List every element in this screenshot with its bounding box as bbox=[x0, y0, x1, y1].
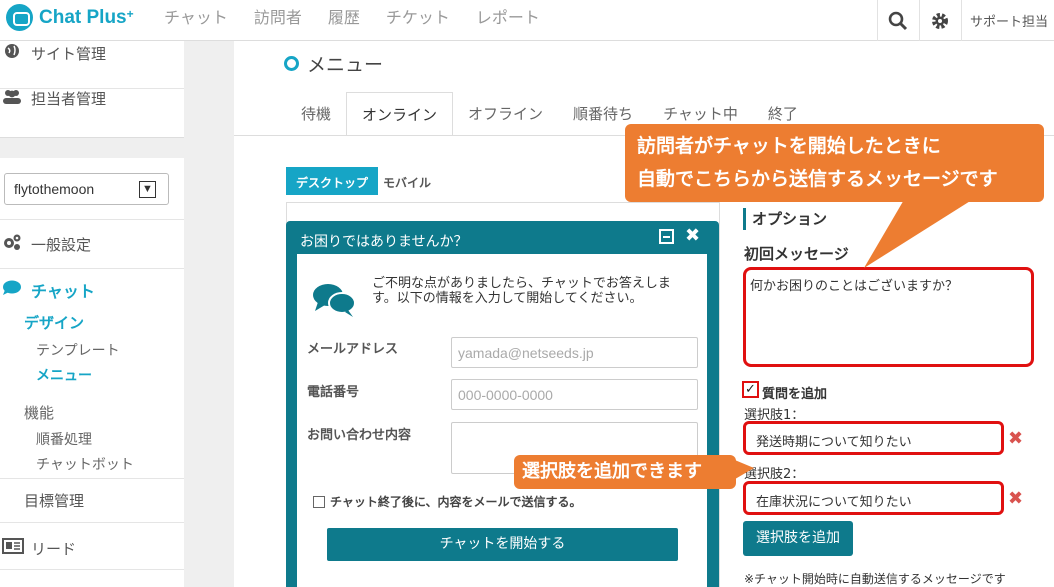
callout-first-message: 訪問者がチャットを開始したときに 自動でこちらから送信するメッセージです bbox=[625, 124, 1044, 202]
callout-pointers bbox=[730, 198, 975, 482]
callout-add-choice: 選択肢を追加できます bbox=[514, 455, 736, 489]
